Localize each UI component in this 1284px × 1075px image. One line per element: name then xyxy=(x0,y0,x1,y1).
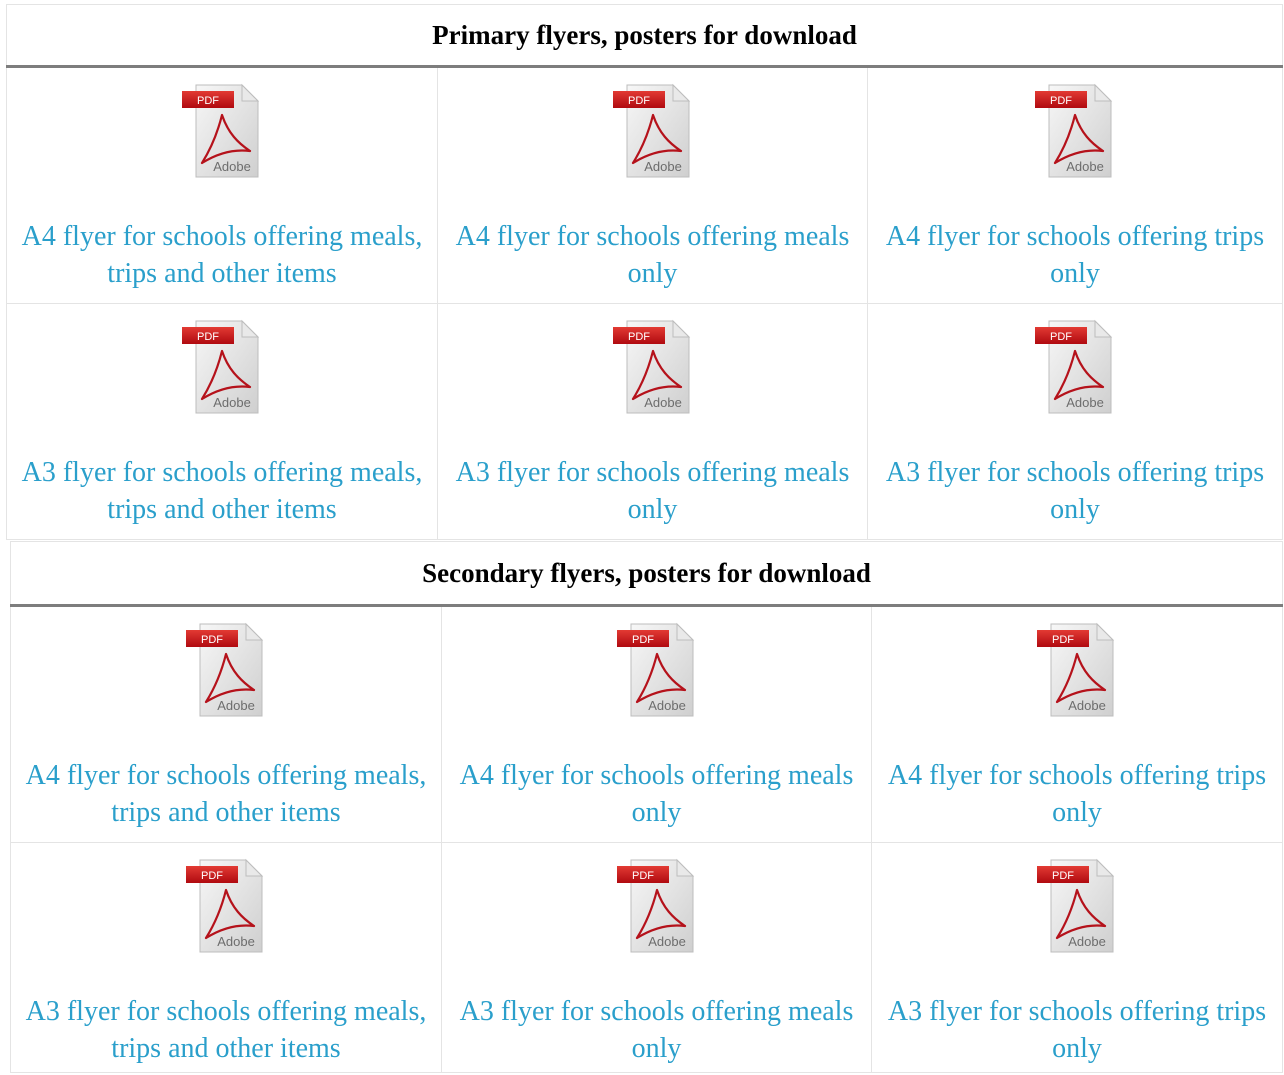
pdf-file-icon[interactable]: PDF Adobe xyxy=(607,856,707,956)
svg-text:PDF: PDF xyxy=(1052,870,1074,882)
download-link-primary-a4-meals-only[interactable]: A4 flyer for schools offering meals only xyxy=(438,218,867,292)
svg-text:Adobe: Adobe xyxy=(1068,934,1106,949)
svg-text:PDF: PDF xyxy=(628,331,650,343)
svg-text:Adobe: Adobe xyxy=(1066,159,1104,174)
svg-text:PDF: PDF xyxy=(1050,95,1072,107)
download-cell: PDF Adobe A3 flyer for schools offering … xyxy=(6,303,438,540)
pdf-file-icon[interactable]: PDF Adobe xyxy=(176,620,276,720)
svg-text:PDF: PDF xyxy=(201,634,223,646)
svg-text:Adobe: Adobe xyxy=(213,159,251,174)
svg-text:Adobe: Adobe xyxy=(648,698,686,713)
pdf-file-icon[interactable]: PDF Adobe xyxy=(172,81,272,181)
download-cell: PDF Adobe A3 flyer for schools offering … xyxy=(870,842,1284,1073)
pdf-file-icon[interactable]: PDF Adobe xyxy=(603,81,703,181)
svg-text:Adobe: Adobe xyxy=(1066,395,1104,410)
download-cell: PDF Adobe A4 flyer for schools offering … xyxy=(870,605,1284,843)
download-link-secondary-a3-meals-trips-other[interactable]: A3 flyer for schools offering meals, tri… xyxy=(11,993,441,1067)
pdf-file-icon[interactable]: PDF Adobe xyxy=(1025,81,1125,181)
svg-text:PDF: PDF xyxy=(197,331,219,343)
download-cell: PDF Adobe A3 flyer for schools offering … xyxy=(437,303,868,540)
svg-text:Adobe: Adobe xyxy=(644,159,682,174)
svg-text:Adobe: Adobe xyxy=(648,934,686,949)
svg-text:PDF: PDF xyxy=(628,95,650,107)
download-link-secondary-a4-meals-trips-other[interactable]: A4 flyer for schools offering meals, tri… xyxy=(11,757,441,831)
svg-text:Adobe: Adobe xyxy=(213,395,251,410)
svg-text:PDF: PDF xyxy=(201,870,223,882)
download-link-secondary-a4-meals-only[interactable]: A4 flyer for schools offering meals only xyxy=(442,757,871,831)
download-cell: PDF Adobe A3 flyer for schools offering … xyxy=(10,842,442,1073)
download-link-primary-a3-meals-trips-other[interactable]: A3 flyer for schools offering meals, tri… xyxy=(7,454,437,528)
download-link-secondary-a3-trips-only[interactable]: A3 flyer for schools offering trips only xyxy=(872,993,1282,1067)
pdf-file-icon[interactable]: PDF Adobe xyxy=(176,856,276,956)
svg-text:Adobe: Adobe xyxy=(1068,698,1106,713)
pdf-file-icon[interactable]: PDF Adobe xyxy=(603,317,703,417)
download-cell: PDF Adobe A4 flyer for schools offering … xyxy=(6,66,438,304)
pdf-file-icon[interactable]: PDF Adobe xyxy=(1027,856,1127,956)
svg-text:PDF: PDF xyxy=(632,870,654,882)
secondary-downloads-table: Secondary flyers, posters for download P… xyxy=(9,541,1284,1073)
download-cell: PDF Adobe A4 flyer for schools offering … xyxy=(441,605,872,843)
download-cell: PDF Adobe A4 flyer for schools offering … xyxy=(437,66,868,304)
download-cell: PDF Adobe A4 flyer for schools offering … xyxy=(866,66,1284,304)
primary-downloads-table: Primary flyers, posters for download PDF… xyxy=(5,4,1284,540)
download-link-primary-a4-trips-only[interactable]: A4 flyer for schools offering trips only xyxy=(868,218,1282,292)
svg-text:Adobe: Adobe xyxy=(217,934,255,949)
pdf-file-icon[interactable]: PDF Adobe xyxy=(172,317,272,417)
download-link-primary-a3-meals-only[interactable]: A3 flyer for schools offering meals only xyxy=(438,454,867,528)
svg-text:Adobe: Adobe xyxy=(644,395,682,410)
download-link-primary-a4-meals-trips-other[interactable]: A4 flyer for schools offering meals, tri… xyxy=(7,218,437,292)
svg-text:PDF: PDF xyxy=(197,95,219,107)
svg-text:Adobe: Adobe xyxy=(217,698,255,713)
download-cell: PDF Adobe A4 flyer for schools offering … xyxy=(10,605,442,843)
svg-text:PDF: PDF xyxy=(632,634,654,646)
svg-text:PDF: PDF xyxy=(1052,634,1074,646)
download-cell: PDF Adobe A3 flyer for schools offering … xyxy=(441,842,872,1073)
secondary-section-title: Secondary flyers, posters for download xyxy=(9,541,1284,607)
download-link-secondary-a4-trips-only[interactable]: A4 flyer for schools offering trips only xyxy=(872,757,1282,831)
download-link-secondary-a3-meals-only[interactable]: A3 flyer for schools offering meals only xyxy=(442,993,871,1067)
pdf-file-icon[interactable]: PDF Adobe xyxy=(607,620,707,720)
download-link-primary-a3-trips-only[interactable]: A3 flyer for schools offering trips only xyxy=(868,454,1282,528)
primary-section-title: Primary flyers, posters for download xyxy=(5,4,1284,68)
pdf-file-icon[interactable]: PDF Adobe xyxy=(1025,317,1125,417)
svg-text:PDF: PDF xyxy=(1050,331,1072,343)
download-cell: PDF Adobe A3 flyer for schools offering … xyxy=(866,303,1284,540)
pdf-file-icon[interactable]: PDF Adobe xyxy=(1027,620,1127,720)
